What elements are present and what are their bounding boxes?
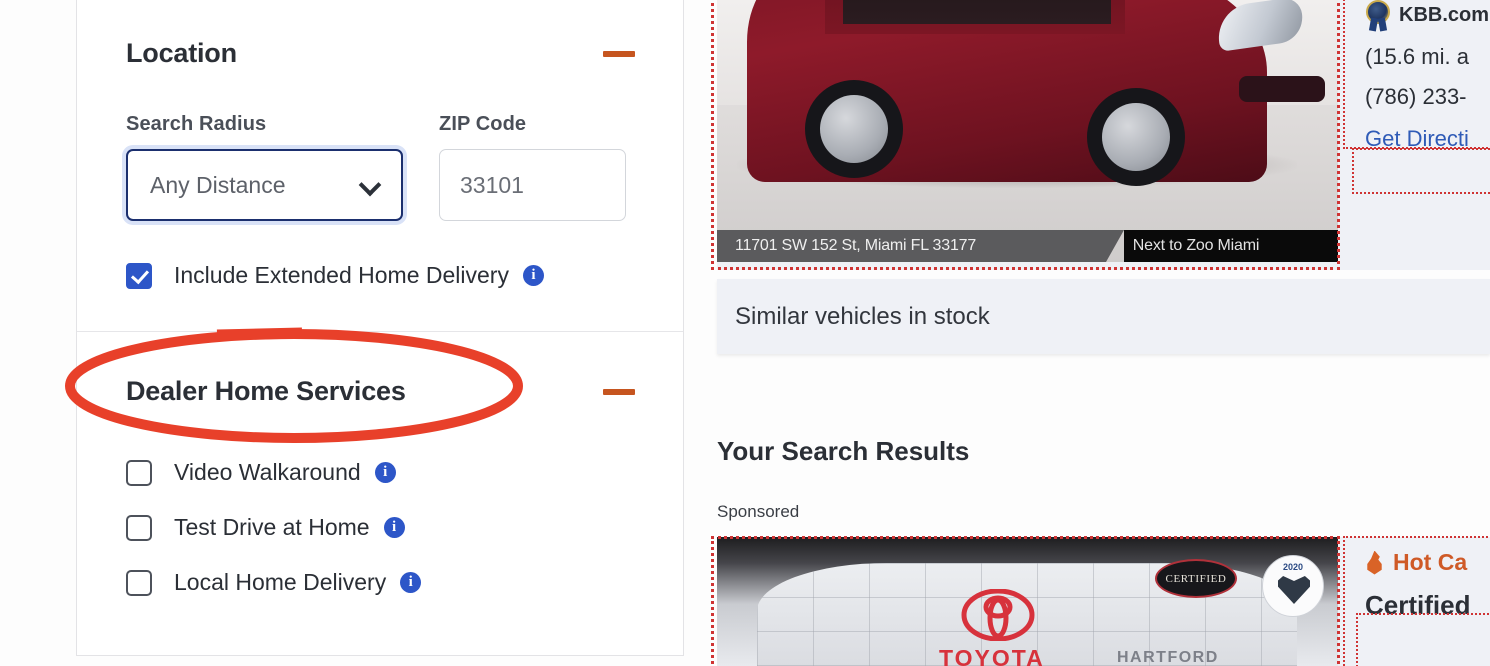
sidebar-bottom-divider: [76, 655, 684, 656]
test-drive-at-home-label: Test Drive at Home: [174, 514, 370, 540]
hartford-wordmark: HARTFORD: [1117, 649, 1219, 666]
facet-dealer-home-services: Dealer Home Services Video Walkaround i …: [77, 332, 683, 596]
hot-car-badge: Hot Ca: [1365, 549, 1490, 576]
screenshot-root: Location Search Radius Any Distance ZIP …: [0, 0, 1490, 666]
award-year: 2020: [1282, 562, 1304, 572]
heart-icon: [1278, 576, 1310, 604]
zip-code-input[interactable]: [439, 149, 626, 221]
dealership-photo[interactable]: TOYOTA HARTFORD CERTIFIED 2020: [717, 537, 1338, 666]
sponsored-listing-title[interactable]: Certified: [1365, 590, 1490, 621]
chevron-down-icon: [361, 175, 381, 195]
info-icon[interactable]: i: [522, 265, 544, 286]
facet-location-title: Location: [126, 38, 237, 68]
info-icon[interactable]: i: [400, 572, 422, 593]
facet-dealer-home-services-title: Dealer Home Services: [126, 376, 406, 406]
filter-local-home-delivery[interactable]: Local Home Delivery i: [77, 569, 683, 596]
video-walkaround-label: Video Walkaround: [174, 459, 361, 485]
info-icon[interactable]: i: [383, 517, 405, 538]
search-radius-select[interactable]: Any Distance: [126, 149, 403, 221]
toyota-logo-icon: [961, 589, 1035, 641]
location-fields: Search Radius Any Distance ZIP Code: [77, 113, 683, 221]
local-home-delivery-label: Local Home Delivery: [174, 569, 387, 595]
flame-icon: [1367, 550, 1382, 575]
toyota-wordmark: TOYOTA: [939, 645, 1045, 666]
local-home-delivery-checkbox[interactable]: [126, 569, 152, 596]
test-drive-at-home-checkbox[interactable]: [126, 514, 152, 541]
search-radius-value: Any Distance: [150, 171, 286, 198]
extended-home-delivery-row[interactable]: Include Extended Home Delivery i: [77, 262, 683, 331]
sponsored-column: TOYOTA HARTFORD CERTIFIED 2020 Hot Ca Ce…: [700, 0, 1490, 666]
certified-badge-icon: CERTIFIED: [1155, 559, 1237, 598]
hot-car-label: Hot Ca: [1393, 549, 1468, 575]
facet-location: Location Search Radius Any Distance ZIP …: [77, 0, 683, 331]
info-icon[interactable]: i: [374, 462, 396, 483]
facet-location-header[interactable]: Location: [77, 0, 683, 113]
extended-home-delivery-checkbox[interactable]: [126, 262, 152, 289]
filter-test-drive-at-home[interactable]: Test Drive at Home i: [77, 514, 683, 541]
sponsored-listing-card[interactable]: TOYOTA HARTFORD CERTIFIED 2020 Hot Ca Ce…: [717, 537, 1490, 666]
extended-home-delivery-label: Include Extended Home Delivery: [174, 262, 509, 288]
minus-icon[interactable]: [603, 50, 635, 57]
search-radius-field: Search Radius Any Distance: [126, 113, 403, 221]
video-walkaround-checkbox[interactable]: [126, 459, 152, 486]
zip-code-label: ZIP Code: [439, 113, 527, 135]
minus-icon[interactable]: [603, 388, 635, 395]
certified-badge-text: CERTIFIED: [1165, 572, 1227, 585]
sponsored-listing-details: Hot Ca Certified: [1365, 537, 1490, 621]
filter-video-walkaround[interactable]: Video Walkaround i: [77, 459, 683, 486]
facet-dealer-home-services-header[interactable]: Dealer Home Services: [77, 332, 683, 459]
dealer-award-badge-icon: 2020: [1262, 555, 1324, 617]
zip-code-field: ZIP Code: [439, 113, 626, 221]
search-radius-label: Search Radius: [126, 113, 267, 135]
filters-sidebar: Location Search Radius Any Distance ZIP …: [76, 0, 684, 655]
